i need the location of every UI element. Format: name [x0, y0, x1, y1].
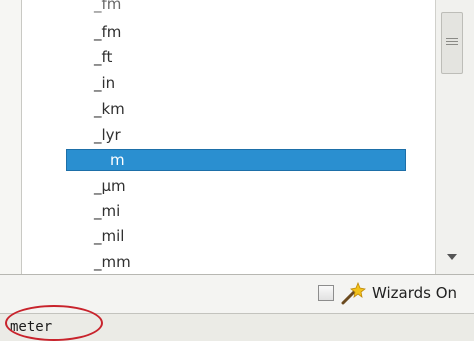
grip-icon [446, 38, 458, 39]
list-item[interactable]: _km [22, 97, 435, 122]
selected-item-label: m [110, 151, 125, 169]
list-item[interactable]: _in [22, 71, 435, 96]
magic-wand-icon [341, 281, 366, 305]
unit-list[interactable]: _fm _fm _ft _in _km _lyr _µm _mi _mil _m… [22, 0, 435, 274]
list-item-label: _in [94, 74, 116, 92]
grip-icon [446, 44, 458, 45]
highlight-circle [5, 305, 103, 341]
scroll-thumb[interactable] [441, 12, 463, 74]
list-item[interactable]: _mil [22, 224, 435, 249]
list-item[interactable]: _mi [22, 199, 435, 224]
list-item-label: _fm [94, 23, 122, 41]
list-item-label: _mil [94, 227, 125, 245]
list-item-label: _mi [94, 202, 121, 220]
list-item[interactable]: _µm [22, 174, 435, 199]
list-item[interactable]: _lyr [22, 123, 435, 148]
list-item-label: _lyr [94, 126, 121, 144]
list-item-partial[interactable]: _fm [22, 0, 435, 17]
list-item-label: _fm [94, 0, 122, 13]
wizards-checkbox[interactable] [318, 285, 334, 301]
list-item-label: _km [94, 100, 125, 118]
wizards-label[interactable]: Wizards On [372, 282, 457, 304]
list-item-label: _µm [94, 177, 126, 195]
unit-picker-window: _fm _fm _ft _in _km _lyr _µm _mi _mil _m… [0, 0, 474, 341]
list-item[interactable]: _mm [22, 250, 435, 274]
list-item-label: _ft [94, 48, 113, 66]
left-rail [0, 0, 22, 274]
list-item[interactable]: _fm [22, 20, 435, 45]
list-item[interactable]: _ft [22, 45, 435, 70]
list-item-label: _mm [94, 253, 131, 271]
grip-icon [446, 41, 458, 42]
arrow-down-icon[interactable] [446, 252, 458, 262]
